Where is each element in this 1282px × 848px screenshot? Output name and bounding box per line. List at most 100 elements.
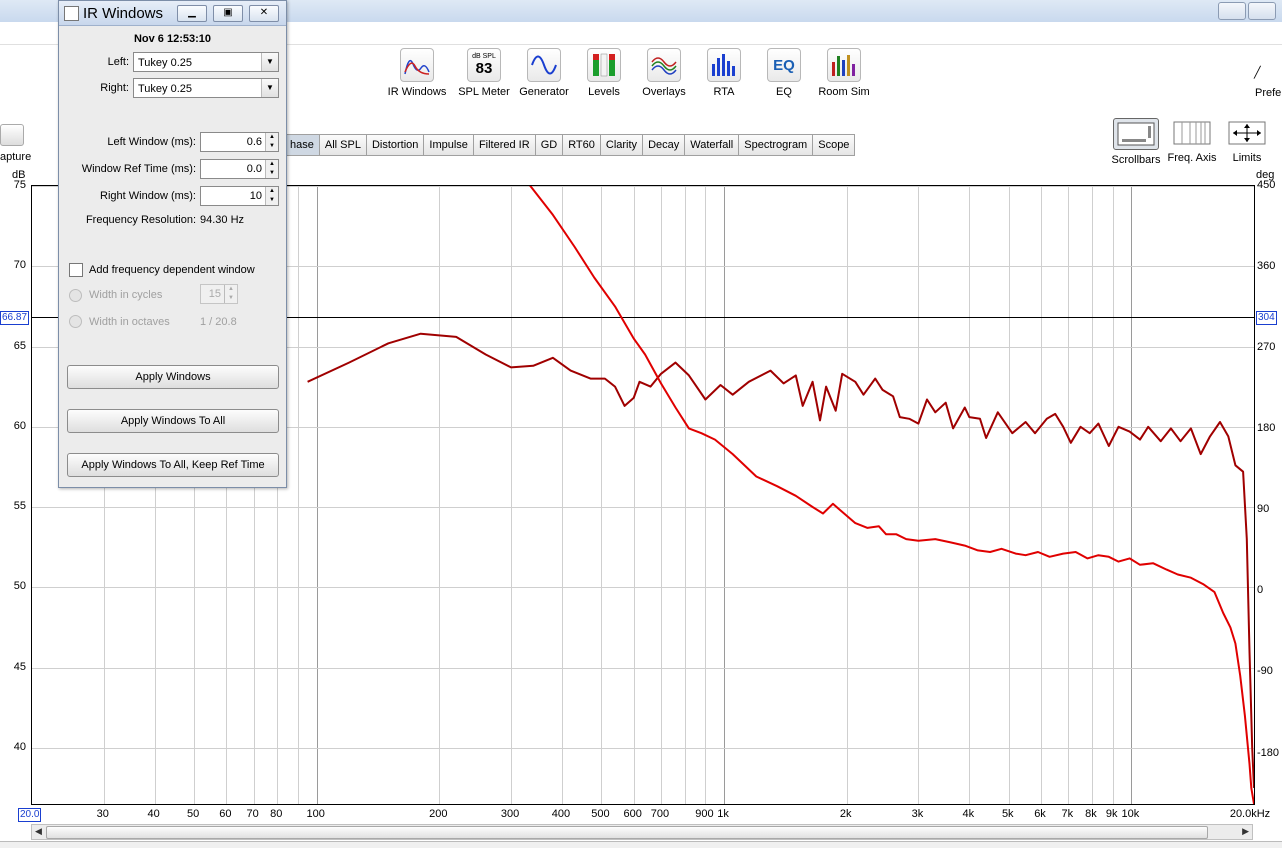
ir-windows-dialog: IR Windows ▁ ▣ ✕ Nov 6 12:53:10 Left: Tu… [58,0,287,488]
x-axis-tick-label: 2k [839,808,852,820]
apply-windows-to-all-button[interactable]: Apply Windows To All [67,409,279,433]
fdw-checkbox[interactable] [69,263,83,277]
dialog-title: IR Windows [83,5,164,22]
toolbar-spl-meter-button[interactable]: dB SPL 83 SPL Meter [454,48,514,98]
spinner-arrows-icon[interactable]: ▲ ▼ [265,187,278,205]
width-octaves-radio[interactable] [69,315,82,328]
dialog-close-button[interactable]: ✕ [249,5,279,22]
toolbar-room-sim-button[interactable]: Room Sim [814,48,874,98]
horizontal-scrollbar[interactable]: ◀ ▶ [31,824,1253,840]
width-octaves-value: 1 / 20.8 [200,316,237,328]
left-axis-tick-label: 65 [13,339,26,352]
chevron-down-icon[interactable]: ▼ [261,53,278,71]
right-axis-tick-label: 270 [1257,341,1276,354]
freq-axis-icon [1170,118,1214,148]
spinner-arrows-icon[interactable]: ▲ ▼ [224,285,237,303]
left-window-type-select[interactable]: Tukey 0.25 ▼ [133,52,279,72]
tab-distortion[interactable]: Distortion [366,134,425,156]
apply-windows-to-all-keep-ref-button[interactable]: Apply Windows To All, Keep Ref Time [67,453,279,477]
dialog-titlebar[interactable]: IR Windows ▁ ▣ ✕ [59,1,286,26]
rta-icon [707,48,741,82]
toolbar-label: Room Sim [818,86,870,98]
tab-gd[interactable]: GD [535,134,564,156]
cursor-right-readout: 304 [1256,311,1277,325]
graph-tools: Scrollbars Freq. Axis Limits [1108,118,1274,166]
right-window-ms-label: Right Window (ms): [100,190,196,202]
toolbar-ir-windows-button[interactable]: IR Windows [380,48,454,98]
main-toolbar: IR Windows dB SPL 83 SPL Meter Generator Leve… [380,48,874,98]
cursor-left-readout: 66.87 [0,311,30,325]
toolbar-overlays-button[interactable]: Overlays [634,48,694,98]
spinner-arrows-icon[interactable]: ▲ ▼ [265,160,278,178]
toolbar-generator-button[interactable]: Generator [514,48,574,98]
x-axis-tick-label: 60 [219,808,232,820]
apply-windows-button[interactable]: Apply Windows [67,365,279,389]
tab-impulse[interactable]: Impulse [424,134,474,156]
toolbar-label: Overlays [642,86,686,98]
toolbar-label: SPL Meter [458,86,510,98]
scrollbars-button[interactable]: Scrollbars [1108,118,1164,166]
ref-time-ms-input[interactable]: 0.0 ▲ ▼ [200,159,279,179]
tab-rt60[interactable]: RT60 [563,134,601,156]
right-window-ms-value: 10 [249,190,262,202]
right-window-ms-input[interactable]: 10 ▲ ▼ [200,186,279,206]
x-axis-tick-label: 3k [911,808,924,820]
capture-label[interactable]: apture [0,151,31,163]
toolbar-levels-button[interactable]: Levels [574,48,634,98]
tab-hase[interactable]: hase [284,134,320,156]
spl-meter-icon: dB SPL 83 [467,48,501,82]
width-cycles-input[interactable]: 15 ▲ ▼ [200,284,238,304]
x-axis-tick-label: 100 [306,808,325,820]
chevron-down-icon[interactable]: ▼ [261,79,278,97]
tab-spectrogram[interactable]: Spectrogram [739,134,814,156]
spinner-arrows-icon[interactable]: ▲ ▼ [265,133,278,151]
right-axis-tick-label: 360 [1257,260,1276,273]
spl-value: 83 [475,60,493,77]
series-line-1 [307,332,1254,788]
maximize-button[interactable] [1248,2,1276,20]
width-cycles-label: Width in cycles [89,289,163,301]
right-axis-tick-label: -90 [1257,665,1273,678]
freq-axis-button[interactable]: Freq. Axis [1164,118,1220,166]
tab-scope[interactable]: Scope [813,134,856,156]
left-window-type-label: Left: [107,56,129,68]
preferences-label[interactable]: Prefe [1255,87,1281,99]
width-cycles-radio[interactable] [69,289,82,302]
toolbar-label: EQ [776,86,792,98]
tab-waterfall[interactable]: Waterfall [685,134,740,156]
limits-button[interactable]: Limits [1220,118,1274,166]
dialog-minimize-button[interactable]: ▁ [177,5,207,22]
graph-tool-label: Limits [1232,152,1262,164]
tab-clarity[interactable]: Clarity [600,134,644,156]
tab-decay[interactable]: Decay [643,134,686,156]
preferences-icon[interactable]: ╱ [1254,66,1261,79]
right-axis-tick-label: 450 [1257,179,1276,191]
capture-icon[interactable] [0,124,24,146]
tab-all-spl[interactable]: All SPL [319,134,367,156]
left-window-ms-input[interactable]: 0.6 ▲ ▼ [200,132,279,152]
width-octaves-label: Width in octaves [89,316,170,328]
x-axis-tick-label: 300 [500,808,520,820]
toolbar-label: RTA [713,86,735,98]
x-axis-tick-label: 50 [186,808,200,820]
scroll-left-icon[interactable]: ◀ [35,826,42,837]
x-axis-tick-label: 500 [591,808,610,820]
scroll-right-icon[interactable]: ▶ [1242,826,1249,837]
left-axis-tick-label: 40 [13,740,26,753]
eq-icon: EQ [767,48,801,82]
right-axis-tick-label: 180 [1257,422,1276,435]
ref-time-ms-label: Window Ref Time (ms): [81,163,196,175]
eq-icon-text: EQ [773,56,795,74]
scrollbar-thumb[interactable] [46,826,1208,839]
toolbar-label: Levels [588,86,620,98]
toolbar-label: IR Windows [387,86,447,98]
fdw-label: Add frequency dependent window [89,264,255,276]
tab-filtered-ir[interactable]: Filtered IR [473,134,536,156]
toolbar-eq-button[interactable]: EQ EQ [754,48,814,98]
window-controls [1218,2,1276,20]
minimize-button[interactable] [1218,2,1246,20]
toolbar-rta-button[interactable]: RTA [694,48,754,98]
dialog-maximize-button[interactable]: ▣ [213,5,243,22]
freq-resolution-label: Frequency Resolution: [85,214,196,226]
right-window-type-select[interactable]: Tukey 0.25 ▼ [133,78,279,98]
